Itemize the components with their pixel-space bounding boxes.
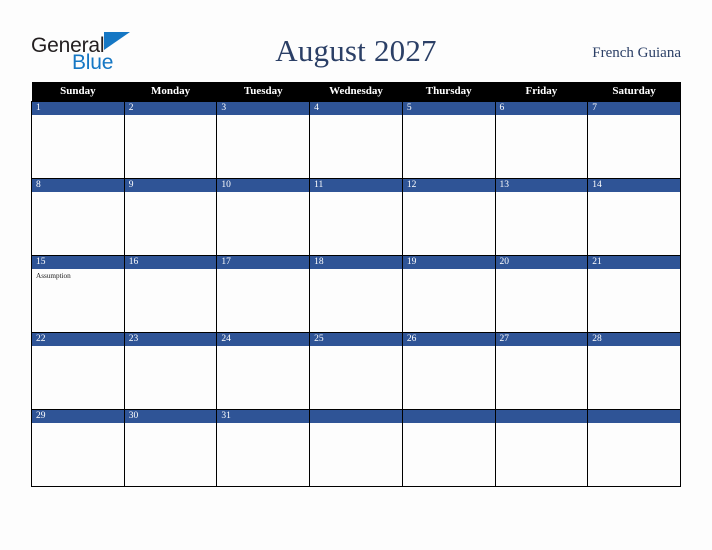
day-cell-5[interactable]: 5 [401, 100, 496, 179]
day-number: 14 [588, 178, 680, 192]
day-cell-4[interactable]: 4 [309, 100, 403, 179]
day-cell-13[interactable]: 13 [494, 177, 589, 256]
region-label: French Guiana [592, 45, 681, 61]
day-number: 17 [217, 255, 310, 269]
day-cell-6[interactable]: 6 [494, 100, 589, 179]
calendar-week-row: 1234567 [31, 100, 681, 179]
day-cell-18[interactable]: 18 [309, 254, 403, 333]
day-cell-17[interactable]: 17 [216, 254, 311, 333]
day-number: 24 [217, 332, 310, 346]
day-number [495, 409, 588, 423]
weekday-header-thursday: Thursday [402, 82, 496, 101]
day-number: 16 [124, 255, 217, 269]
weekday-header-sunday: Sunday [31, 82, 125, 101]
day-number: 9 [124, 178, 217, 192]
weekday-header-tuesday: Tuesday [216, 82, 310, 101]
day-number: 6 [495, 101, 588, 115]
day-cell-10[interactable]: 10 [216, 177, 311, 256]
day-cell-15[interactable]: 15 Assumption [31, 254, 125, 333]
day-number: 25 [310, 332, 402, 346]
day-cell-25[interactable]: 25 [309, 331, 403, 410]
day-number [588, 409, 680, 423]
calendar-body: 1 2 3 4 5 6 7 8 9 10 11 12 13 14 15 Assumption 16 17 18 19 2… [31, 100, 681, 487]
day-number: 31 [217, 409, 310, 423]
weekday-header-wednesday: Wednesday [309, 82, 403, 101]
day-cell-19[interactable]: 19 [401, 254, 496, 333]
day-cell-1[interactable]: 1 [31, 100, 125, 179]
page-header: General Blue August 2027 French Guiana [0, 22, 712, 80]
day-number: 30 [124, 409, 217, 423]
weekday-header-monday: Monday [124, 82, 217, 101]
day-cell-26[interactable]: 26 [401, 331, 496, 410]
day-cell-20[interactable]: 20 [494, 254, 589, 333]
day-number: 18 [310, 255, 402, 269]
day-events: Assumption [32, 269, 124, 281]
weekday-header-friday: Friday [495, 82, 588, 101]
day-number: 29 [32, 409, 124, 423]
day-cell-empty[interactable] [309, 408, 403, 487]
day-cell-28[interactable]: 28 [587, 331, 681, 410]
day-number: 15 [32, 255, 124, 269]
day-number: 13 [495, 178, 588, 192]
day-number: 5 [402, 101, 495, 115]
calendar-week-row: 29 30 31 [31, 408, 681, 487]
day-number: 2 [124, 101, 217, 115]
day-number: 23 [124, 332, 217, 346]
day-cell-8[interactable]: 8 [31, 177, 125, 256]
day-cell-31[interactable]: 31 [216, 408, 311, 487]
calendar-grid: Sunday Monday Tuesday Wednesday Thursday Frid… [31, 82, 681, 487]
day-cell-11[interactable]: 11 [309, 177, 403, 256]
day-number: 21 [588, 255, 680, 269]
day-cell-30[interactable]: 30 [123, 408, 218, 487]
day-number: 12 [402, 178, 495, 192]
calendar-header-row: Sunday Monday Tuesday Wednesday Thursday Frid… [31, 82, 681, 101]
day-number: 4 [310, 101, 402, 115]
calendar-week-row: 15 Assumption 16 17 18 19 20 21 [31, 254, 681, 333]
day-number: 27 [495, 332, 588, 346]
day-cell-2[interactable]: 2 [123, 100, 218, 179]
day-number: 7 [588, 101, 680, 115]
weekday-header-saturday: Saturday [587, 82, 681, 101]
day-cell-29[interactable]: 29 [31, 408, 125, 487]
day-number: 26 [402, 332, 495, 346]
weekday-header-row: Sunday Monday Tuesday Wednesday Thursday Frid… [31, 82, 681, 101]
day-cell-7[interactable]: 7 [587, 100, 681, 179]
day-number [310, 409, 402, 423]
day-cell-24[interactable]: 24 [216, 331, 311, 410]
day-number: 19 [402, 255, 495, 269]
day-cell-14[interactable]: 14 [587, 177, 681, 256]
day-number: 10 [217, 178, 310, 192]
day-cell-3[interactable]: 3 [216, 100, 311, 179]
day-cell-27[interactable]: 27 [494, 331, 589, 410]
day-cell-12[interactable]: 12 [401, 177, 496, 256]
holiday-label: Assumption [36, 271, 71, 280]
day-number: 28 [588, 332, 680, 346]
day-number: 3 [217, 101, 310, 115]
day-cell-21[interactable]: 21 [587, 254, 681, 333]
calendar-week-row: 22 23 24 25 26 27 28 [31, 331, 681, 410]
day-number: 20 [495, 255, 588, 269]
day-number: 8 [32, 178, 124, 192]
day-cell-22[interactable]: 22 [31, 331, 125, 410]
day-cell-16[interactable]: 16 [123, 254, 218, 333]
day-number: 1 [32, 101, 124, 115]
day-number: 11 [310, 178, 402, 192]
day-number [402, 409, 495, 423]
day-cell-23[interactable]: 23 [123, 331, 218, 410]
day-number: 22 [32, 332, 124, 346]
day-cell-9[interactable]: 9 [123, 177, 218, 256]
day-cell-empty[interactable] [587, 408, 681, 487]
day-cell-empty[interactable] [401, 408, 496, 487]
day-cell-empty[interactable] [494, 408, 589, 487]
calendar-page: General Blue August 2027 French Guiana S… [0, 0, 712, 550]
calendar-week-row: 8 9 10 11 12 13 14 [31, 177, 681, 256]
